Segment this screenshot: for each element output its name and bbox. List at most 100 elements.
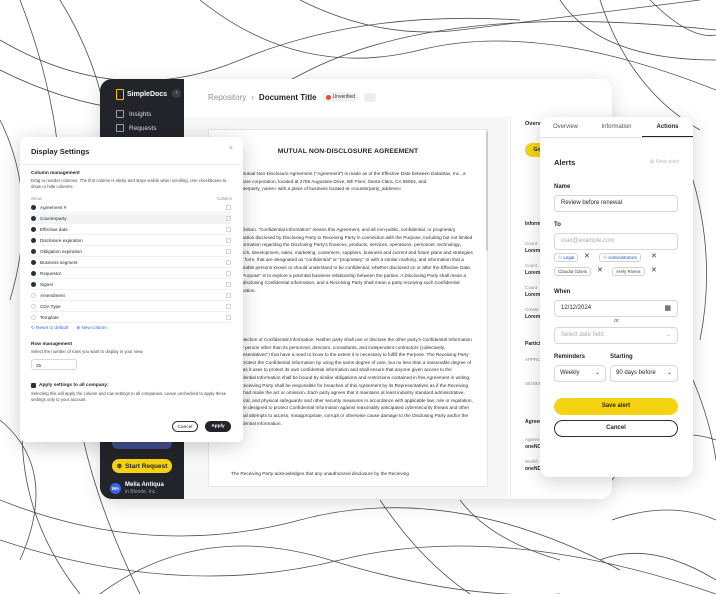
column-row[interactable]: Disclosure expiration bbox=[31, 236, 231, 246]
sidebar-item-label: Requests bbox=[129, 124, 157, 132]
remove-chip-icon[interactable]: ✕ bbox=[584, 252, 590, 260]
checkbox-icon[interactable] bbox=[31, 315, 36, 320]
field-value: oneNC bbox=[525, 444, 542, 450]
start-request-button[interactable]: ⊕ Start Request bbox=[112, 459, 172, 473]
document-paragraph: This Mutual Non-Disclosure Agreement ("A… bbox=[231, 171, 466, 192]
date-value: 12/12/2024 bbox=[561, 305, 592, 311]
new-column-link[interactable]: ⊕ New column bbox=[76, 325, 106, 331]
drag-handle-icon[interactable] bbox=[226, 238, 231, 243]
document-scrollbar[interactable] bbox=[486, 131, 488, 251]
chart-icon bbox=[116, 110, 124, 118]
drag-handle-icon[interactable] bbox=[226, 271, 231, 276]
field-value: Lorem bbox=[525, 314, 541, 320]
brand-logo[interactable]: SimpleDocs bbox=[116, 89, 167, 100]
column-row[interactable]: Template bbox=[31, 313, 231, 323]
starting-value: 90 days before bbox=[616, 370, 656, 376]
field-label: Workfl bbox=[525, 459, 538, 464]
recipient-email-input[interactable]: user@example.com bbox=[554, 233, 678, 250]
alerts-tabs: Overview Information Actions bbox=[540, 117, 693, 138]
document-page: MUTUAL NON-DISCLOSURE AGREEMENT This Mut… bbox=[208, 129, 488, 487]
drag-handle-icon[interactable] bbox=[226, 282, 231, 287]
checkbox-checked-icon[interactable] bbox=[31, 205, 36, 210]
row-management-heading: Row management bbox=[31, 342, 73, 347]
tab-actions[interactable]: Actions bbox=[642, 117, 693, 137]
remove-chip-icon[interactable]: ✕ bbox=[597, 266, 603, 274]
sidebar-item-requests[interactable]: Requests bbox=[116, 124, 156, 132]
reset-label: Reset to default bbox=[36, 325, 69, 330]
new-alert-label: New alert bbox=[655, 159, 679, 165]
date-input[interactable]: 12/12/2024 ▦ bbox=[554, 300, 678, 317]
column-row[interactable]: Effective date bbox=[31, 225, 231, 235]
when-label: When bbox=[554, 289, 571, 295]
plus-circle-icon: ⊕ bbox=[76, 325, 81, 330]
apply-all-label: Apply settings to all company: bbox=[39, 383, 109, 388]
status-badge-label: Unverified bbox=[332, 94, 356, 100]
close-icon[interactable]: × bbox=[229, 145, 233, 152]
drag-handle-icon[interactable] bbox=[226, 304, 231, 309]
column-row[interactable]: CDA Type bbox=[31, 302, 231, 312]
apply-all-checkbox[interactable]: Apply settings to all company: bbox=[31, 383, 109, 388]
group-icon: ⚇ bbox=[558, 255, 563, 260]
people-icon[interactable] bbox=[364, 92, 377, 102]
starting-select[interactable]: 90 days before ⌄ bbox=[610, 365, 678, 382]
brand-name: SimpleDocs bbox=[127, 91, 168, 98]
column-row[interactable]: Counterparty bbox=[31, 214, 231, 224]
column-row[interactable]: Amendment bbox=[31, 291, 231, 301]
column-row[interactable]: Business segment bbox=[31, 258, 231, 268]
document-title: MUTUAL NON-DISCLOSURE AGREEMENT bbox=[277, 148, 419, 155]
user-profile[interactable]: MA Melia Antiqua in Blonde, Inc. bbox=[110, 482, 164, 495]
drag-handle-icon[interactable] bbox=[226, 227, 231, 232]
field-label: Agreem bbox=[525, 437, 541, 442]
field-value: Lorem bbox=[525, 248, 541, 254]
checkbox-checked-icon[interactable] bbox=[31, 282, 36, 287]
alert-name-input[interactable]: Review before renewal bbox=[554, 195, 678, 212]
reminders-select[interactable]: Weekly ⌄ bbox=[554, 365, 606, 382]
cancel-button[interactable]: Cancel bbox=[172, 421, 198, 432]
checkbox-checked-icon[interactable] bbox=[31, 260, 36, 265]
drag-handle-icon[interactable] bbox=[226, 293, 231, 298]
drag-handle-icon[interactable] bbox=[226, 205, 231, 210]
checkbox-checked-icon[interactable] bbox=[31, 271, 36, 276]
apply-button[interactable]: Apply bbox=[205, 421, 231, 432]
remove-chip-icon[interactable]: ✕ bbox=[651, 266, 657, 274]
document-paragraph: The Receiving Party acknowledges that an… bbox=[231, 471, 409, 476]
collapse-sidebar-icon[interactable]: ‹ bbox=[172, 89, 181, 98]
new-alert-button[interactable]: ⊕ New alert bbox=[650, 159, 679, 165]
checkbox-checked-icon[interactable] bbox=[31, 216, 36, 221]
drag-handle-icon[interactable] bbox=[226, 260, 231, 265]
column-row[interactable]: Obligation expiration bbox=[31, 247, 231, 257]
field-value: Lorem bbox=[525, 270, 541, 276]
chevron-down-icon: ⌄ bbox=[665, 332, 671, 338]
column-row[interactable]: Requestor bbox=[31, 269, 231, 279]
tab-information[interactable]: Information bbox=[591, 117, 642, 137]
tab-overview[interactable]: Overv bbox=[525, 121, 541, 127]
modal-title: Display Settings bbox=[31, 147, 90, 156]
row-count-input[interactable]: 25 bbox=[31, 359, 77, 370]
column-header: Column bbox=[217, 196, 232, 201]
column-row[interactable]: Agreement # bbox=[31, 203, 231, 213]
page-title: Document Title bbox=[258, 92, 317, 102]
checkbox-checked-icon[interactable] bbox=[31, 238, 36, 243]
drag-handle-icon[interactable] bbox=[226, 315, 231, 320]
sidebar-item-insights[interactable]: Insights bbox=[116, 110, 151, 118]
checkbox-checked-icon[interactable] bbox=[31, 227, 36, 232]
checkbox-checked-icon[interactable] bbox=[31, 249, 36, 254]
tab-overview[interactable]: Overview bbox=[540, 117, 591, 137]
breadcrumb-root[interactable]: Repository bbox=[208, 93, 246, 102]
checkbox-icon[interactable] bbox=[31, 293, 36, 298]
column-row-label: Obligation expiration bbox=[40, 249, 82, 254]
column-row-label: Signer bbox=[40, 282, 54, 287]
date-field-select[interactable]: Select date field ⌄ bbox=[554, 327, 678, 344]
to-label: To bbox=[554, 222, 561, 228]
reset-to-default-link[interactable]: ↻ Reset to default bbox=[31, 325, 68, 331]
column-row[interactable]: Signer bbox=[31, 280, 231, 290]
drag-handle-icon[interactable] bbox=[226, 216, 231, 221]
cancel-button[interactable]: Cancel bbox=[554, 420, 678, 437]
save-alert-button[interactable]: Save alert bbox=[554, 398, 678, 415]
drag-handle-icon[interactable] bbox=[226, 249, 231, 254]
checkbox-icon[interactable] bbox=[31, 304, 36, 309]
sidebar-item-label: Insights bbox=[129, 110, 152, 118]
chip-label: Claudia Galvis bbox=[558, 269, 588, 274]
status-badge: Unverified bbox=[321, 92, 360, 102]
remove-chip-icon[interactable]: ✕ bbox=[651, 252, 657, 260]
